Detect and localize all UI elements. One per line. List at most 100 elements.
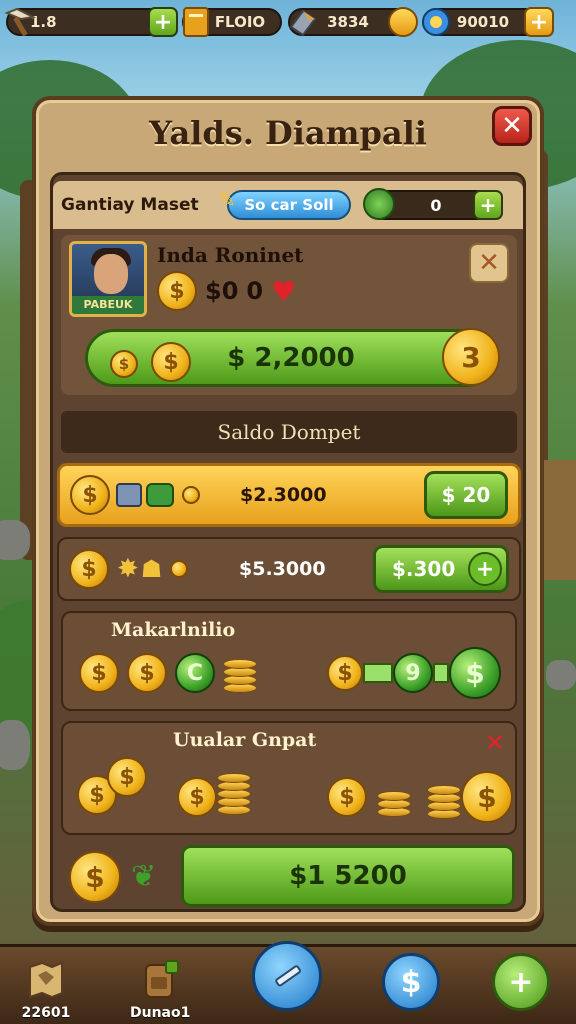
nav-item-map[interactable]: 22601 (20, 953, 72, 1021)
player-count: 0 (246, 277, 264, 305)
resource-value-shield: 90010 (456, 13, 510, 31)
reward-card-1-coins: $ $ C (79, 653, 257, 693)
add-pickaxe-button[interactable]: + (148, 7, 178, 37)
book-icon (178, 4, 214, 40)
avatar-badge: PABEUK (72, 296, 144, 314)
nav-label-map: 22601 (21, 1005, 71, 1021)
close-panel-button[interactable]: ✕ (492, 106, 532, 146)
star-icon: ✸ (117, 554, 139, 584)
reward-card-2: Uualar Gnpat ✕ $ $ $ $ $ (61, 721, 517, 835)
coin-icon: $ (327, 777, 367, 817)
cash-counter: 0 + (363, 188, 503, 220)
close-icon: ✕ (478, 248, 500, 278)
pencil-icon: ✎ (219, 188, 236, 212)
coin-icon: $ (69, 549, 109, 589)
coin-icon: $ (327, 655, 363, 691)
resource-bar: 1.8 + FLOIO 3834 90010 + (0, 0, 576, 44)
coin-icon: $ (177, 777, 217, 817)
close-icon: ✕ (501, 111, 523, 141)
collect-button-amount: $1 5200 (289, 861, 407, 891)
avatar[interactable]: PABEUK (69, 241, 147, 317)
cash-bar-icon (433, 663, 449, 683)
coin-stack-icon (223, 653, 257, 693)
heart-icon: ♥ (271, 274, 297, 308)
player-stats: $ $0 0 ♥ (157, 271, 296, 311)
wallet-panel: Yalds. Diampali ✕ Gantiay Maset ✎ So car… (32, 96, 544, 926)
dollar-icon: $ (382, 953, 440, 1011)
resource-book: FLOIO (182, 6, 282, 38)
header-row: Gantiay Maset ✎ So car Soll 0 + (53, 181, 523, 229)
map-icon (20, 953, 72, 1005)
gem-block-icon (284, 4, 320, 40)
gem-icon (116, 483, 142, 507)
plus-icon: + (492, 953, 550, 1011)
coin-icon: $ (127, 653, 167, 693)
panel-body: Gantiay Maset ✎ So car Soll 0 + PABEUK I… (50, 172, 526, 912)
reward-card-1-right[interactable]: $ 9 $ (327, 647, 501, 699)
green-coin-icon: $ (449, 647, 501, 699)
green-coin-icon: C (175, 653, 215, 693)
panel-title: Yalds. Diampali (149, 114, 427, 152)
resource-value-book: FLOIO (214, 13, 266, 31)
sort-button[interactable]: ✎ So car Soll (219, 188, 351, 220)
coin-icon: $ (70, 475, 110, 515)
balance-amount-2: $5.3000 (239, 558, 326, 580)
header-label: Gantiay Maset (61, 195, 199, 215)
coin-icon (182, 486, 200, 504)
coin-icon: $ (79, 653, 119, 693)
balance-row-2: $ ✸ ☗ $5.3000 $.300 + (57, 537, 521, 601)
nav-item-shop[interactable]: $ (382, 953, 440, 1011)
shield-coin-icon (418, 4, 454, 40)
coin-stack-icon (427, 783, 461, 823)
claim-button-amount: $ 2,2000 (227, 343, 355, 373)
coin-icon (170, 560, 189, 578)
collect-button[interactable]: $1 5200 (181, 845, 515, 907)
buy-button-2-label: $.300 (392, 557, 456, 581)
pickaxe-icon (2, 4, 38, 40)
reward-card-2-title: Uualar Gnpat (173, 729, 317, 751)
nav-item-edit[interactable] (252, 941, 322, 1011)
resource-shield: 90010 + (422, 6, 554, 38)
add-shield-button[interactable]: + (524, 7, 554, 37)
cash-counter-value: 0 (430, 195, 442, 215)
nav-item-backpack[interactable]: Dunao1 (130, 953, 190, 1021)
coin-stack-icon (377, 785, 411, 825)
coins-icon: $ $ (110, 342, 192, 382)
gold-pile-icon: ☗ (140, 555, 163, 583)
buy-button-1[interactable]: $ 20 (424, 471, 508, 519)
coin-icon: $ (461, 771, 513, 823)
cash-bar-icon (363, 663, 393, 683)
plus-icon: + (468, 552, 502, 586)
reward-card-2-coins: $ $ $ $ $ (77, 757, 513, 827)
add-cash-button[interactable]: + (473, 190, 503, 220)
balance-row-1: $ $2.3000 $ 20 (57, 463, 521, 527)
reward-card-1-title: Makarlnilio (111, 619, 236, 641)
coin-icon: 3 (442, 328, 500, 386)
player-money: $0 (205, 277, 239, 305)
claim-button[interactable]: $ $ $ 2,2000 3 (85, 328, 500, 387)
backpack-icon (134, 953, 186, 1005)
green-coin-icon: 9 (393, 653, 433, 693)
section-title: Saldo Dompet (61, 411, 517, 453)
cash-stack-icon (146, 483, 174, 507)
resource-value-gem: 3834 (327, 13, 369, 31)
balance-amount-1: $2.3000 (240, 484, 327, 506)
sort-button-label: So car Soll (244, 196, 334, 214)
buy-button-1-label: $ 20 (441, 483, 491, 507)
buy-button-2[interactable]: $.300 + (373, 545, 509, 593)
nav-label-backpack: Dunao1 (130, 1005, 191, 1021)
player-card: PABEUK Inda Roninet $ $0 0 ♥ ✕ $ $ $ 2,2… (61, 235, 517, 395)
coin-icon: $ (157, 271, 197, 311)
coin-icon: $ (107, 757, 147, 797)
bottom-coin-icon: $ (69, 851, 121, 903)
nav-item-add[interactable]: + (492, 953, 550, 1011)
resource-gem: 3834 (288, 6, 418, 38)
bottom-nav: 22601 Dunao1 $ + (0, 941, 576, 1024)
cash-icon (363, 188, 395, 220)
close-icon[interactable]: ✕ (485, 729, 505, 757)
player-name: Inda Roninet (157, 243, 304, 267)
resource-pickaxe: 1.8 + (4, 6, 178, 38)
leaf-icon: ❦ (131, 859, 157, 894)
add-gem-button[interactable] (388, 7, 418, 37)
dismiss-player-button[interactable]: ✕ (469, 243, 509, 283)
